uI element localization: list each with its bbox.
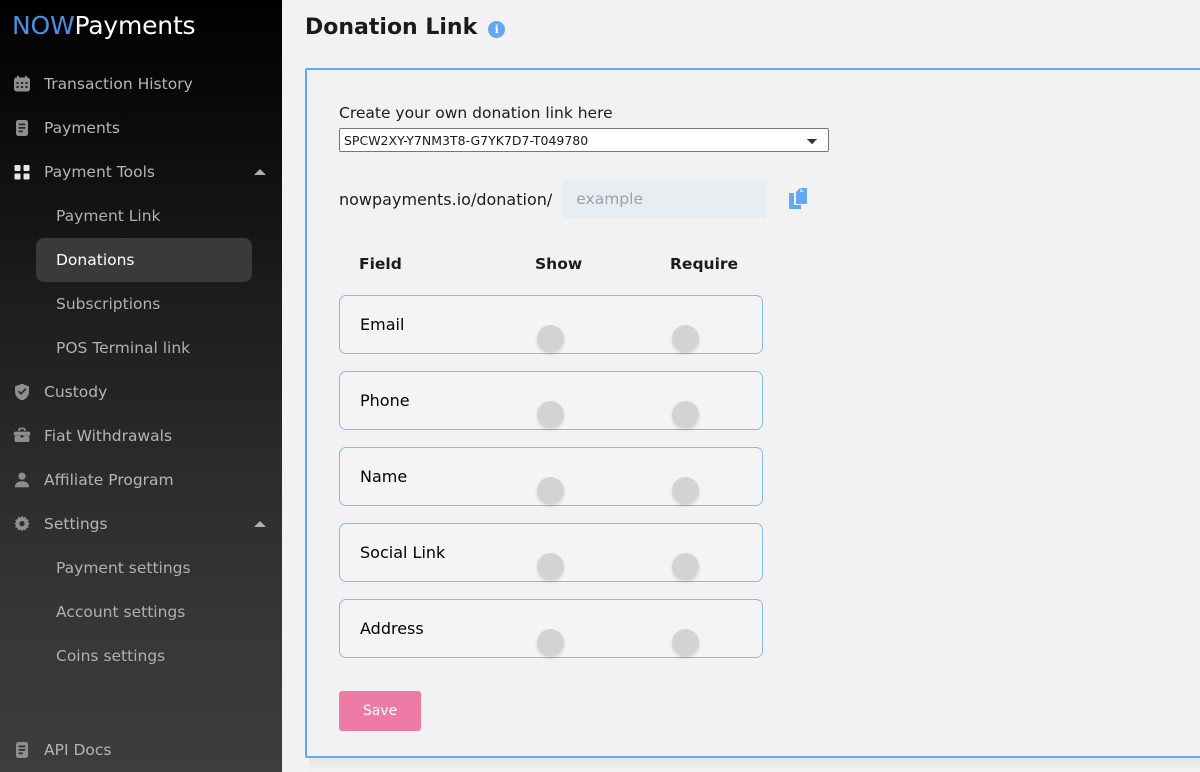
copy-icon[interactable]: [787, 187, 809, 211]
main-content: Donation Link i Create your own donation…: [282, 0, 1200, 772]
sidebar-item-account-settings[interactable]: Account settings: [36, 590, 252, 634]
chevron-up-icon[interactable]: [254, 521, 266, 527]
sidebar-item-label: Custody: [44, 383, 108, 401]
document-icon: [12, 118, 32, 138]
column-header-show: Show: [535, 255, 583, 273]
toggle-knob: [537, 476, 564, 504]
toggle-knob: [672, 628, 699, 656]
select-label: Create your own donation link here: [339, 104, 613, 122]
sidebar-item-label: Payments: [44, 119, 120, 137]
table-row: Phone: [339, 371, 763, 430]
fields-table: Field Show Require Email Phone Name Soci…: [339, 250, 763, 658]
sidebar-item-affiliate-program[interactable]: Affiliate Program: [0, 458, 282, 502]
save-button[interactable]: Save: [339, 691, 421, 731]
toggle-knob: [672, 400, 699, 428]
document-icon: [12, 740, 32, 760]
toggle-knob: [537, 400, 564, 428]
sidebar-item-payment-settings[interactable]: Payment settings: [36, 546, 252, 590]
sidebar-item-transaction-history[interactable]: Transaction History: [0, 62, 282, 106]
logo-payments: Payments: [74, 11, 196, 40]
briefcase-icon: [12, 426, 32, 446]
sidebar-item-payment-tools[interactable]: Payment Tools: [0, 150, 282, 194]
sidebar-item-label: Affiliate Program: [44, 471, 174, 489]
sidebar-item-payment-link[interactable]: Payment Link: [36, 194, 252, 238]
sidebar-subitem-label: Payment Link: [56, 207, 161, 225]
column-header-require: Require: [670, 255, 739, 273]
toggle-knob: [537, 628, 564, 656]
sidebar-item-label: Transaction History: [44, 75, 193, 93]
column-header-field: Field: [359, 255, 402, 273]
app-logo[interactable]: NOWPayments: [0, 0, 282, 40]
sidebar-item-api-docs[interactable]: API Docs: [0, 728, 282, 772]
row-field-label: Name: [360, 467, 408, 486]
table-row: Social Link: [339, 523, 763, 582]
donation-link-select[interactable]: SPCW2XY-Y7NM3T8-G7YK7D7-T049780: [339, 128, 829, 152]
sidebar-item-label: Payment Tools: [44, 163, 155, 181]
row-field-label: Social Link: [360, 543, 446, 562]
logo-now: NOW: [12, 11, 75, 40]
app-root: NOWPayments Transaction History Payments: [0, 0, 1200, 772]
toggle-knob: [537, 324, 564, 352]
sidebar-item-donations[interactable]: Donations: [36, 238, 252, 282]
row-field-label: Address: [360, 619, 424, 638]
calendar-icon: [12, 74, 32, 94]
toggle-knob: [672, 552, 699, 580]
toggle-knob: [672, 324, 699, 352]
sidebar-subitem-label: Donations: [56, 251, 135, 269]
table-row: Address: [339, 599, 763, 658]
fields-table-header: Field Show Require: [339, 250, 763, 278]
scroll-shadow: [309, 758, 1200, 772]
row-field-label: Phone: [360, 391, 410, 410]
sidebar: NOWPayments Transaction History Payments: [0, 0, 282, 772]
chevron-up-icon[interactable]: [254, 169, 266, 175]
sidebar-subitem-label: Coins settings: [56, 647, 166, 665]
sidebar-subitem-label: POS Terminal link: [56, 339, 191, 357]
grid-icon: [12, 162, 32, 182]
sidebar-item-pos-terminal-link[interactable]: POS Terminal link: [36, 326, 252, 370]
row-field-label: Email: [360, 315, 405, 334]
sidebar-item-fiat-withdrawals[interactable]: Fiat Withdrawals: [0, 414, 282, 458]
sidebar-item-subscriptions[interactable]: Subscriptions: [36, 282, 252, 326]
toggle-knob: [672, 476, 699, 504]
sidebar-subitem-label: Subscriptions: [56, 295, 161, 313]
donation-url-row: nowpayments.io/donation/: [339, 180, 1200, 218]
sidebar-item-label: API Docs: [44, 741, 112, 759]
sidebar-item-payments[interactable]: Payments: [0, 106, 282, 150]
slug-input[interactable]: [562, 180, 768, 218]
sidebar-item-coins-settings[interactable]: Coins settings: [36, 634, 252, 678]
gear-icon: [12, 514, 32, 534]
sidebar-item-label: Fiat Withdrawals: [44, 427, 173, 445]
sidebar-item-label: Settings: [44, 515, 108, 533]
shield-check-icon: [12, 382, 32, 402]
table-row: Name: [339, 447, 763, 506]
page-title-text: Donation Link: [305, 15, 478, 40]
toggle-knob: [537, 552, 564, 580]
page-title: Donation Link i: [282, 0, 1200, 40]
table-row: Email: [339, 295, 763, 354]
sidebar-item-settings[interactable]: Settings: [0, 502, 282, 546]
donation-link-card: Create your own donation link here SPCW2…: [305, 68, 1200, 758]
info-icon[interactable]: i: [488, 20, 506, 38]
sidebar-subitem-label: Account settings: [56, 603, 186, 621]
url-prefix-label: nowpayments.io/donation/: [339, 189, 553, 209]
sidebar-item-custody[interactable]: Custody: [0, 370, 282, 414]
sidebar-nav: Transaction History Payments Payment Too…: [0, 62, 282, 772]
person-icon: [12, 470, 32, 490]
sidebar-subitem-label: Payment settings: [56, 559, 191, 577]
